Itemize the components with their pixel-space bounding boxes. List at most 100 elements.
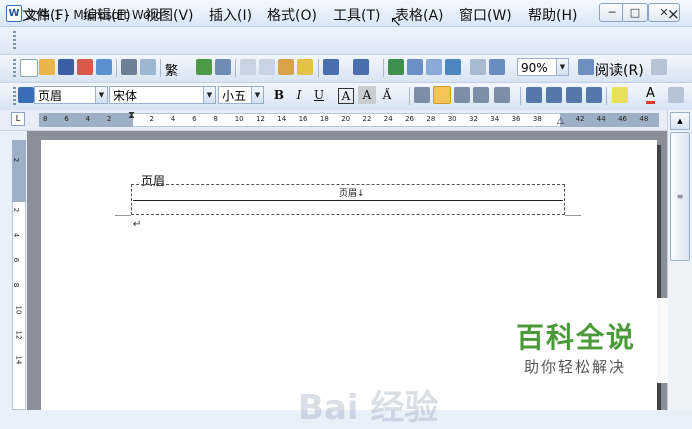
hyperlink-icon[interactable]: [388, 59, 404, 75]
permission-icon[interactable]: [77, 59, 93, 75]
font-size-select[interactable]: 小五 ▼: [218, 86, 264, 104]
right-indent-icon[interactable]: △: [557, 116, 564, 126]
font-select[interactable]: 宋体 ▼: [109, 86, 216, 104]
menu-edit[interactable]: 编辑(E): [83, 5, 131, 25]
header-content[interactable]: 页眉↓: [339, 186, 365, 199]
character-shading-button[interactable]: A: [358, 86, 376, 104]
undo-icon[interactable]: [323, 59, 339, 75]
close-document-button[interactable]: ×: [667, 5, 680, 23]
menu-help[interactable]: 帮助(H): [528, 5, 577, 25]
standard-toolbar-grip[interactable]: [13, 59, 16, 77]
line-spacing-icon[interactable]: [494, 87, 510, 103]
style-select[interactable]: 页眉 ▼: [34, 86, 108, 104]
redo-icon[interactable]: [353, 59, 369, 75]
print-icon[interactable]: [121, 59, 137, 75]
insert-excel-icon[interactable]: [445, 59, 461, 75]
research-icon[interactable]: [215, 59, 231, 75]
columns-icon[interactable]: [470, 59, 486, 75]
ruler-tick-label: 46: [618, 115, 628, 123]
bold-button[interactable]: B: [270, 86, 288, 104]
chevron-down-icon[interactable]: ▼: [95, 87, 107, 103]
ruler-tick-label: 16: [298, 115, 308, 123]
cut-icon[interactable]: [240, 59, 256, 75]
ruler-tick-label: 14: [277, 115, 287, 123]
print-preview-icon[interactable]: [140, 59, 156, 75]
menu-bar: [0, 27, 692, 55]
paste-icon[interactable]: [278, 59, 294, 75]
italic-button[interactable]: I: [290, 86, 308, 104]
mouse-cursor-icon: ↖: [390, 14, 402, 30]
chevron-down-icon[interactable]: ▼: [203, 87, 215, 103]
zoom-value: 90%: [521, 61, 548, 75]
character-border-button[interactable]: A: [338, 88, 354, 104]
ruler-tick-label: 2: [149, 115, 154, 123]
underline-button[interactable]: U: [310, 86, 328, 104]
ruler-tick-label: 42: [575, 115, 585, 123]
font-value: 宋体: [113, 89, 138, 103]
toolbar-options-icon[interactable]: [668, 87, 684, 103]
menu-tools[interactable]: 工具(T): [333, 5, 380, 25]
insert-table-icon[interactable]: [426, 59, 442, 75]
tables-borders-icon[interactable]: [407, 59, 423, 75]
ruler-tick-label: 10: [234, 115, 244, 123]
vertical-ruler-tick-label: 4: [12, 232, 21, 238]
vertical-ruler-tick-label: 6: [12, 257, 21, 263]
ruler-tick-label: 22: [362, 115, 372, 123]
email-icon[interactable]: [96, 59, 112, 75]
chevron-down-icon[interactable]: ▼: [556, 59, 568, 75]
scroll-up-button[interactable]: ▲: [670, 112, 690, 130]
zoom-select[interactable]: 90% ▼: [517, 58, 569, 76]
align-right-icon[interactable]: [454, 87, 470, 103]
copy-icon[interactable]: [259, 59, 275, 75]
character-scaling-button[interactable]: A̋: [378, 86, 396, 104]
chevron-down-icon[interactable]: ▼: [251, 87, 263, 103]
margin-guide: [565, 215, 581, 216]
save-icon[interactable]: [58, 59, 74, 75]
menu-grip-handle[interactable]: [13, 31, 16, 49]
ruler-tick-label: 38: [532, 115, 542, 123]
menu-file[interactable]: 文件(F): [22, 5, 69, 25]
ruler-tick-label: 32: [469, 115, 478, 123]
traditional-chinese-button[interactable]: 繁: [165, 60, 178, 79]
word-app-icon[interactable]: W: [6, 5, 22, 22]
justify-icon[interactable]: [473, 87, 489, 103]
toolbar-separator: [318, 59, 319, 77]
vertical-ruler-tick-label: 2: [12, 207, 21, 213]
drawing-icon[interactable]: [489, 59, 505, 75]
ruler-tick-label: 8: [213, 115, 218, 123]
spelling-icon[interactable]: [196, 59, 212, 75]
bullets-icon[interactable]: [546, 87, 562, 103]
scroll-thumb[interactable]: ≡: [670, 132, 690, 261]
tab-selector[interactable]: L: [11, 112, 25, 126]
styles-formatting-icon[interactable]: [18, 87, 34, 103]
menu-format[interactable]: 格式(O): [267, 5, 317, 25]
numbering-icon[interactable]: [526, 87, 542, 103]
format-painter-icon[interactable]: [297, 59, 313, 75]
toolbar-options-icon[interactable]: [651, 59, 667, 75]
menu-insert[interactable]: 插入(I): [209, 5, 252, 25]
decrease-indent-icon[interactable]: [566, 87, 582, 103]
read-mode-icon[interactable]: [578, 59, 594, 75]
highlight-icon[interactable]: [612, 87, 628, 103]
vertical-ruler-tick-label: 14: [14, 355, 23, 365]
toolbar-separator: [235, 59, 236, 77]
menu-table[interactable]: 表格(A): [395, 5, 444, 25]
ruler-tick-label: 34: [490, 115, 500, 123]
font-size-value: 小五: [222, 89, 247, 103]
header-border-line: [133, 200, 563, 201]
align-center-icon[interactable]: [433, 86, 451, 104]
watermark-title: 百科全说: [516, 321, 637, 354]
align-left-icon[interactable]: [414, 87, 430, 103]
font-color-button[interactable]: A: [646, 87, 655, 104]
indent-marker-icon[interactable]: ⧗: [128, 110, 135, 121]
margin-guide: [115, 215, 131, 216]
formatting-toolbar-grip[interactable]: [13, 87, 16, 105]
new-document-icon[interactable]: [20, 59, 38, 77]
open-folder-icon[interactable]: [39, 59, 55, 75]
ruler-tick-label: 24: [383, 115, 393, 123]
read-mode-button[interactable]: 阅读(R): [595, 60, 644, 80]
increase-indent-icon[interactable]: [586, 87, 602, 103]
menu-window[interactable]: 窗口(W): [459, 5, 512, 25]
menu-view[interactable]: 视图(V): [145, 5, 194, 25]
maximize-button[interactable]: □: [622, 3, 648, 22]
